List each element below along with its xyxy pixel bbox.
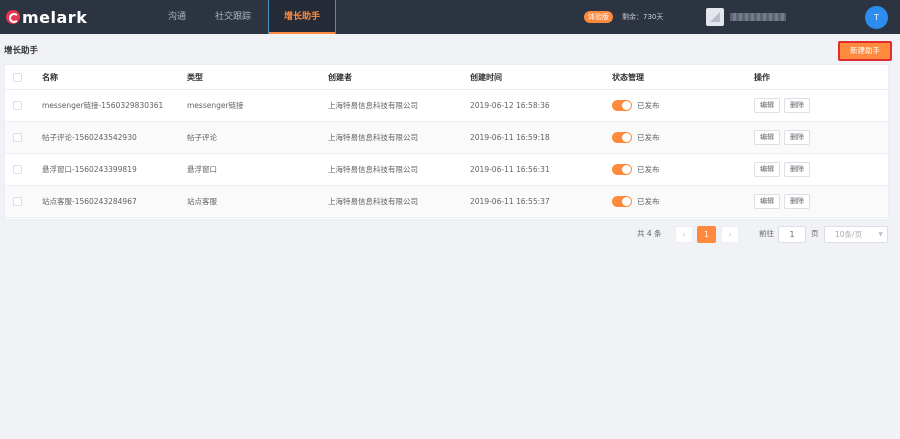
row-type: 帖子评论: [187, 133, 217, 142]
row-actions: 编辑 删除: [754, 186, 814, 217]
top-navigation-bar: melark 沟通 社交跟踪 增长助手 体验版 剩余：730天 T: [0, 0, 900, 34]
row-checkbox[interactable]: [13, 133, 22, 142]
select-all-checkbox[interactable]: [13, 72, 22, 82]
nav-item-social-tracking[interactable]: 社交跟踪: [208, 0, 258, 34]
row-created-time: 2019-06-12 16:58:36: [470, 101, 550, 110]
publish-toggle[interactable]: [612, 196, 632, 207]
organization-logo-icon[interactable]: [706, 8, 724, 26]
row-created-time: 2019-06-11 16:55:37: [470, 197, 550, 206]
table-row: 站点客服-1560243284967 站点客服 上海特易信息科技有限公司 201…: [5, 186, 888, 218]
delete-button[interactable]: 删除: [784, 194, 810, 209]
row-checkbox-cell: [13, 186, 22, 217]
table-row: messenger链接-1560329830361 messenger链接 上海…: [5, 90, 888, 122]
publish-toggle[interactable]: [612, 100, 632, 111]
publish-toggle[interactable]: [612, 164, 632, 175]
status-label: 已发布: [637, 133, 660, 142]
prev-page-button[interactable]: ‹: [675, 226, 693, 243]
row-actions: 编辑 删除: [754, 122, 814, 153]
delete-button[interactable]: 删除: [784, 162, 810, 177]
row-actions: 编辑 删除: [754, 154, 814, 185]
row-checkbox-cell: [13, 90, 22, 121]
goto-page-input[interactable]: 1: [778, 226, 806, 243]
row-status: 已发布: [612, 154, 660, 185]
table-row: 帖子评论-1560243542930 帖子评论 上海特易信息科技有限公司 201…: [5, 122, 888, 154]
page-title: 增长助手: [4, 46, 39, 56]
column-header-type: 类型: [187, 72, 203, 82]
row-checkbox[interactable]: [13, 165, 22, 174]
row-status: 已发布: [612, 122, 660, 153]
nav-item-communication[interactable]: 沟通: [162, 0, 192, 34]
row-type: messenger链接: [187, 101, 244, 110]
table-header-row: 名称 类型 创建者 创建时间 状态管理 操作: [5, 65, 888, 90]
column-header-created-time: 创建时间: [470, 72, 502, 82]
edit-button[interactable]: 编辑: [754, 162, 780, 177]
next-page-button[interactable]: ›: [721, 226, 739, 243]
edit-button[interactable]: 编辑: [754, 130, 780, 145]
nav-item-growth-assistant[interactable]: 增长助手: [268, 0, 336, 34]
remaining-days-text: 剩余：730天: [622, 13, 664, 21]
logo-icon: [6, 10, 20, 24]
column-header-actions: 操作: [754, 72, 770, 82]
row-creator: 上海特易信息科技有限公司: [328, 101, 418, 110]
row-creator: 上海特易信息科技有限公司: [328, 133, 418, 142]
row-type: 悬浮窗口: [187, 165, 217, 174]
delete-button[interactable]: 删除: [784, 130, 810, 145]
create-assistant-button[interactable]: 新建助手: [838, 41, 892, 61]
goto-label: 前往: [759, 229, 774, 238]
row-name: 站点客服-1560243284967: [42, 197, 137, 206]
row-created-time: 2019-06-11 16:56:31: [470, 165, 550, 174]
status-label: 已发布: [637, 165, 660, 174]
logo[interactable]: melark: [6, 7, 88, 27]
status-label: 已发布: [637, 101, 660, 110]
row-name: 帖子评论-1560243542930: [42, 133, 137, 142]
pagination-total: 共 4 条: [637, 229, 662, 238]
row-status: 已发布: [612, 186, 660, 217]
table-row: 悬浮窗口-1560243399819 悬浮窗口 上海特易信息科技有限公司 201…: [5, 154, 888, 186]
row-checkbox-cell: [13, 122, 22, 153]
edit-button[interactable]: 编辑: [754, 194, 780, 209]
chevron-down-icon: ▼: [878, 231, 883, 238]
row-creator: 上海特易信息科技有限公司: [328, 165, 418, 174]
user-avatar[interactable]: T: [865, 6, 888, 29]
column-header-creator: 创建者: [328, 72, 352, 82]
organization-name-redacted[interactable]: [730, 13, 786, 21]
row-checkbox[interactable]: [13, 197, 22, 206]
row-status: 已发布: [612, 90, 660, 121]
delete-button[interactable]: 删除: [784, 98, 810, 113]
status-label: 已发布: [637, 197, 660, 206]
row-name: 悬浮窗口-1560243399819: [42, 165, 137, 174]
row-checkbox-cell: [13, 154, 22, 185]
row-name: messenger链接-1560329830361: [42, 101, 164, 110]
row-type: 站点客服: [187, 197, 217, 206]
row-created-time: 2019-06-11 16:59:18: [470, 133, 550, 142]
edit-button[interactable]: 编辑: [754, 98, 780, 113]
row-actions: 编辑 删除: [754, 90, 814, 121]
publish-toggle[interactable]: [612, 132, 632, 143]
trial-badge: 体验版: [584, 11, 613, 23]
page-size-value: 10条/页: [835, 230, 863, 239]
column-header-status: 状态管理: [612, 72, 644, 82]
logo-text: melark: [22, 7, 88, 27]
page-unit-label: 页: [811, 229, 819, 238]
row-creator: 上海特易信息科技有限公司: [328, 197, 418, 206]
row-checkbox[interactable]: [13, 101, 22, 110]
assistants-table: 名称 类型 创建者 创建时间 状态管理 操作 messenger链接-15603…: [4, 64, 889, 220]
select-all-cell: [13, 65, 22, 89]
page-number-1[interactable]: 1: [697, 226, 716, 243]
page-size-select[interactable]: 10条/页 ▼: [824, 226, 888, 243]
column-header-name[interactable]: 名称: [42, 65, 58, 89]
